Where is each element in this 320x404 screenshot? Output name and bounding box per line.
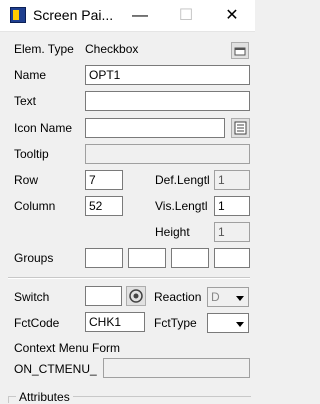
- height-label: Height: [155, 225, 190, 239]
- close-button[interactable]: ✕: [209, 0, 255, 31]
- reaction-label: Reaction: [154, 290, 202, 304]
- row-label: Row: [14, 173, 39, 187]
- section-divider: [8, 277, 250, 279]
- context-menu-prefix: ON_CTMENU_: [14, 362, 97, 376]
- tooltip-label: Tooltip: [14, 147, 49, 161]
- elem-type-button[interactable]: [231, 42, 249, 59]
- fctcode-input[interactable]: CHK1: [85, 312, 145, 332]
- vis-length-input[interactable]: 1: [214, 196, 250, 216]
- row-input[interactable]: 7: [85, 170, 123, 190]
- group-input-1[interactable]: [85, 248, 123, 268]
- def-length-label: Def.Lengtl: [155, 173, 210, 187]
- name-input[interactable]: OPT1: [85, 65, 250, 85]
- def-length-value: 1: [214, 170, 250, 190]
- height-value: 1: [214, 222, 250, 242]
- icon-picker-button[interactable]: [231, 118, 250, 138]
- elem-type-value: Checkbox: [85, 42, 139, 56]
- fcttype-select[interactable]: [207, 313, 249, 333]
- chevron-down-icon: [232, 314, 248, 332]
- reaction-value: D: [211, 290, 220, 304]
- text-input[interactable]: [85, 91, 250, 111]
- tooltip-input: [85, 144, 250, 164]
- window-title: Screen Pai...: [33, 7, 114, 23]
- minimize-button[interactable]: —: [117, 0, 163, 31]
- reaction-select: D: [207, 287, 249, 307]
- list-icon: [234, 121, 247, 135]
- switch-label: Switch: [14, 290, 50, 304]
- context-menu-label: Context Menu Form: [14, 341, 121, 355]
- screen-painter-icon: [10, 7, 26, 23]
- title-bar: Screen Pai... — ☐ ✕: [0, 0, 255, 32]
- group-input-2[interactable]: [128, 248, 166, 268]
- groups-label: Groups: [14, 251, 54, 265]
- text-label: Text: [14, 94, 37, 108]
- maximize-button: ☐: [178, 7, 194, 24]
- switch-button[interactable]: [126, 286, 146, 306]
- chevron-down-icon: [232, 288, 248, 306]
- context-menu-input: [103, 358, 250, 378]
- group-input-3[interactable]: [171, 248, 209, 268]
- column-input[interactable]: 52: [85, 196, 123, 216]
- group-input-4[interactable]: [214, 248, 250, 268]
- attributes-label: Attributes: [16, 390, 73, 404]
- fctcode-label: FctCode: [14, 316, 60, 330]
- window-icon: [234, 47, 246, 56]
- name-label: Name: [14, 68, 47, 82]
- radio-target-icon: [129, 289, 143, 303]
- vis-length-label: Vis.Lengtl: [155, 199, 208, 213]
- fcttype-label: FctType: [154, 316, 197, 330]
- icon-name-input[interactable]: [85, 118, 225, 138]
- icon-name-label: Icon Name: [14, 121, 73, 135]
- column-label: Column: [14, 199, 56, 213]
- switch-input[interactable]: [85, 286, 122, 306]
- elem-type-label: Elem. Type: [14, 42, 74, 56]
